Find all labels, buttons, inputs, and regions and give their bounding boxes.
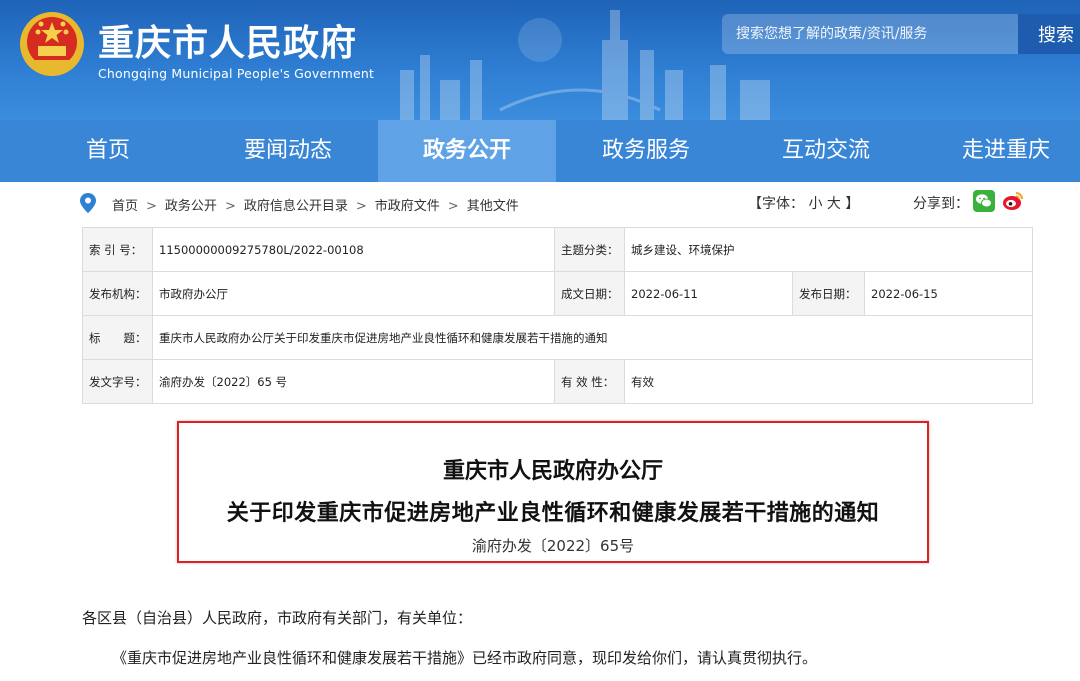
table-row: 发布机构： 市政府办公厅 成文日期： 2022-06-11 发布日期： 2022… (82, 271, 1033, 316)
nav-item-gov-services[interactable]: 政务服务 (558, 120, 734, 182)
category-value: 城乡建设、环境保护 (624, 227, 1033, 272)
breadcrumb-separator: > (447, 199, 459, 214)
nav-item-home[interactable]: 首页 (30, 120, 186, 182)
nav-item-about-chongqing[interactable]: 走进重庆 (918, 120, 1080, 182)
table-row: 索 引 号： 11500000009275780L/2022-00108 主题分… (82, 227, 1033, 272)
written-date-label: 成文日期： (554, 271, 625, 316)
weibo-share-icon[interactable] (1002, 190, 1024, 212)
location-pin-icon (80, 193, 96, 213)
docno-value: 渝府办发〔2022〕65 号 (152, 359, 555, 404)
index-value: 11500000009275780L/2022-00108 (152, 227, 555, 272)
site-title: 重庆市人民政府 (98, 23, 358, 64)
breadcrumb-other-docs[interactable]: 其他文件 (467, 199, 519, 214)
index-label: 索 引 号： (82, 227, 153, 272)
body-salutation: 各区县（自治县）人民政府，市政府有关部门，有关单位： (82, 609, 473, 627)
font-size-small[interactable]: 小 (808, 196, 822, 212)
table-row: 发文字号： 渝府办发〔2022〕65 号 有 效 性： 有效 (82, 359, 1033, 404)
share-label: 分享到： (913, 196, 969, 212)
validity-value: 有效 (624, 359, 1033, 404)
national-emblem-icon (20, 12, 84, 76)
docno-label: 发文字号： (82, 359, 153, 404)
site-header: 重庆市人民政府 Chongqing Municipal People's Gov… (0, 0, 1080, 120)
nav-item-interaction[interactable]: 互动交流 (738, 120, 914, 182)
written-date-value: 2022-06-11 (624, 271, 793, 316)
document-title: 关于印发重庆市促进房地产业良性循环和健康发展若干措施的通知 (226, 500, 880, 526)
breadcrumb-separator: > (146, 199, 157, 214)
table-row: 标 题： 重庆市人民政府办公厅关于印发重庆市促进房地产业良性循环和健康发展若干措… (82, 315, 1033, 360)
document-title-box: 重庆市人民政府办公厅 关于印发重庆市促进房地产业良性循环和健康发展若干措施的通知… (177, 421, 929, 563)
font-size-large[interactable]: 大 (827, 196, 841, 212)
org-value: 市政府办公厅 (152, 271, 555, 316)
published-date-value: 2022-06-15 (864, 271, 1033, 316)
main-nav: 首页 要闻动态 政务公开 政务服务 互动交流 走进重庆 (0, 120, 1080, 182)
breadcrumb-gov-affairs-open[interactable]: 政务公开 (165, 199, 217, 214)
font-size-close: 】 (845, 196, 860, 212)
body-paragraph: 《重庆市促进房地产业良性循环和健康发展若干措施》已经市政府同意，现印发给你们，请… (112, 649, 818, 667)
validity-label: 有 效 性： (554, 359, 625, 404)
title-value: 重庆市人民政府办公厅关于印发重庆市促进房地产业良性循环和健康发展若干措施的通知 (152, 315, 1033, 360)
document-meta-table: 索 引 号： 11500000009275780L/2022-00108 主题分… (82, 227, 1033, 404)
org-label: 发布机构： (82, 271, 153, 316)
site-subtitle: Chongqing Municipal People's Government (98, 66, 375, 81)
nav-item-news[interactable]: 要闻动态 (200, 120, 376, 182)
search-button[interactable]: 搜索 (1018, 14, 1080, 54)
nav-item-gov-affairs-open[interactable]: 政务公开 (378, 120, 556, 182)
search-input[interactable] (722, 14, 1018, 54)
breadcrumb-municipal-docs[interactable]: 市政府文件 (375, 199, 440, 214)
document-issuer: 重庆市人民政府办公厅 (442, 458, 663, 484)
wechat-share-icon[interactable] (973, 190, 995, 212)
document-number: 渝府办发〔2022〕65号 (471, 537, 635, 555)
breadcrumb-bar: 首页 > 政务公开 > 政府信息公开目录 > 市政府文件 > 其他文件 【字体： 小 大 】 分… (80, 190, 1032, 218)
breadcrumb-separator: > (355, 199, 367, 214)
font-size-label: 【字体： (748, 196, 804, 212)
breadcrumb: 首页 > 政务公开 > 政府信息公开目录 > 市政府文件 > 其他文件 (112, 195, 519, 214)
breadcrumb-info-catalog[interactable]: 政府信息公开目录 (244, 199, 348, 214)
category-label: 主题分类： (554, 227, 625, 272)
font-size-control: 【字体： 小 大 】 (748, 193, 859, 213)
title-label: 标 题： (82, 315, 153, 360)
published-date-label: 发布日期： (792, 271, 865, 316)
share-bar: 分享到： (913, 193, 969, 213)
breadcrumb-home[interactable]: 首页 (112, 199, 138, 214)
breadcrumb-separator: > (224, 199, 236, 214)
